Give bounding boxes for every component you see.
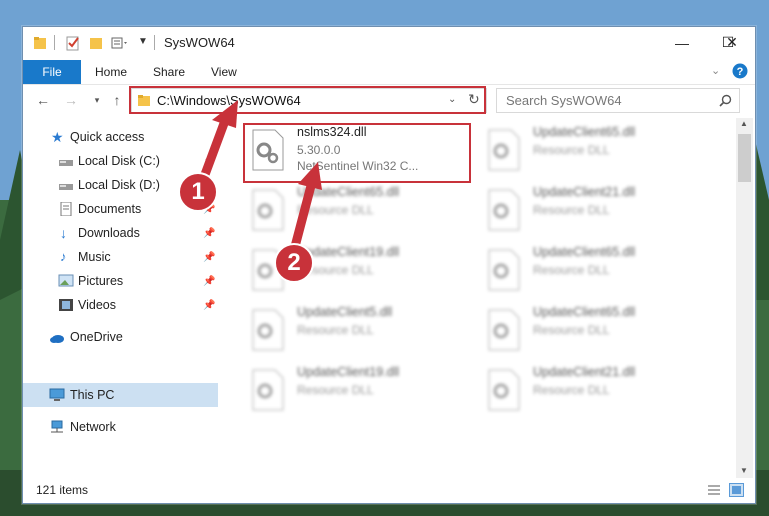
step-badge-2: 2 — [274, 243, 314, 283]
annotation-arrows — [195, 100, 322, 263]
step-badge-1: 1 — [178, 172, 218, 212]
